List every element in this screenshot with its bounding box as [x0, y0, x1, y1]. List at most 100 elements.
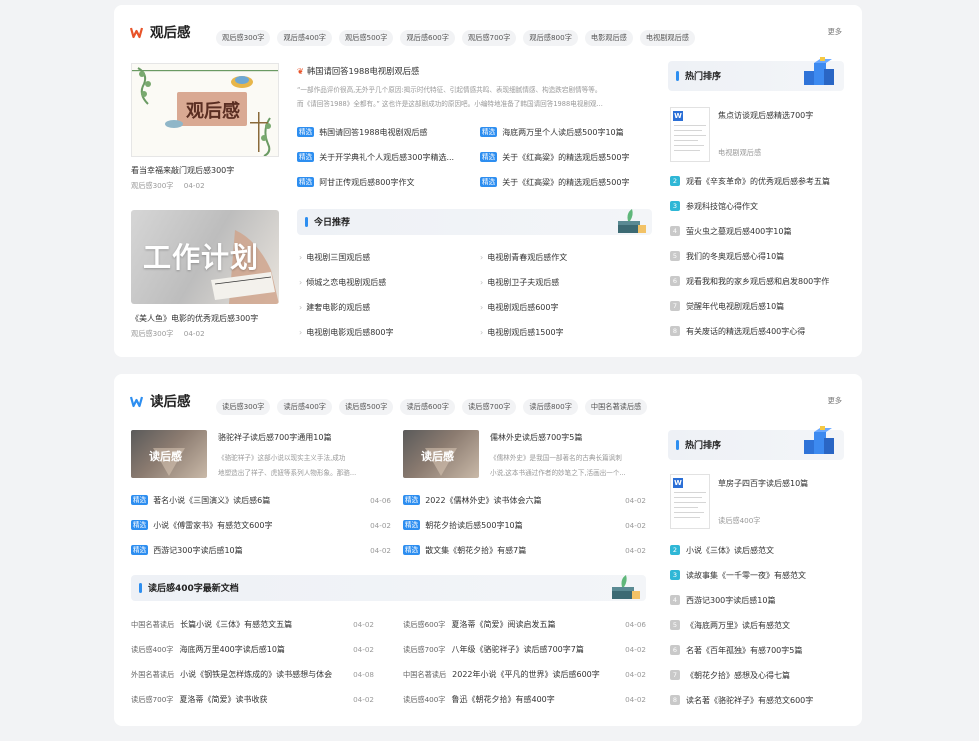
- tag[interactable]: 读后感300字: [216, 399, 271, 415]
- latest-item[interactable]: 读后感700字 八年级《骆驼祥子》读后感700字7篇 04-02: [403, 644, 646, 655]
- latest-item-category[interactable]: 读后感400字: [131, 645, 173, 654]
- document-thumbnail[interactable]: W: [670, 474, 710, 529]
- latest-item-category[interactable]: 读后感400字: [403, 695, 445, 704]
- rank-number: 5: [670, 620, 680, 630]
- article-category[interactable]: 观后感300字: [131, 181, 173, 190]
- featured-badge: 精选: [480, 177, 498, 187]
- article-title[interactable]: 看当幸福来敲门观后感300字: [131, 165, 279, 176]
- latest-item-category[interactable]: 中国名著读后: [403, 670, 446, 679]
- today-item[interactable]: › 电视剧观后感1500字: [480, 327, 564, 338]
- latest-item-category[interactable]: 外国名著读后: [131, 670, 174, 679]
- tag[interactable]: 观后感500字: [338, 30, 394, 46]
- tag[interactable]: 读后感500字: [338, 399, 394, 415]
- latest-item[interactable]: 中国名著读后 2022年小说《平凡的世界》读后感600字 04-02: [403, 669, 646, 680]
- list-item[interactable]: 精选 2022《儒林外史》读书体会六篇 04-02: [403, 495, 646, 506]
- latest-item[interactable]: 读后感600字 夏洛蒂《简爱》阅读启发五篇 04-06: [403, 619, 646, 630]
- list-item[interactable]: 精选 朝花夕拾读后感500字10篇 04-02: [403, 520, 646, 531]
- article-thumbnail[interactable]: 观后感: [131, 63, 279, 157]
- tag[interactable]: 观后感800字: [523, 30, 578, 46]
- tag[interactable]: 观后感700字: [461, 30, 517, 46]
- hot-item[interactable]: 8 有关废话的精选观后感400字心得: [670, 326, 805, 337]
- hot-top-category[interactable]: 电视剧观后感: [718, 148, 761, 158]
- tag[interactable]: 读后感400字: [277, 399, 332, 415]
- tag[interactable]: 观后感300字: [216, 30, 271, 46]
- latest-item[interactable]: 外国名著读后 小说《钢铁是怎样炼成的》读书感想与体会 04-08: [131, 669, 374, 680]
- hot-item[interactable]: 5 我们的冬奥观后感心得10篇: [670, 251, 784, 262]
- list-item-date: 04-02: [625, 496, 646, 505]
- tag[interactable]: 观后感600字: [400, 30, 455, 46]
- hot-item[interactable]: 2 小说《三体》读后感范文: [670, 545, 774, 556]
- list-item[interactable]: 精选 著名小说《三国演义》读后感6篇 04-06: [131, 495, 391, 506]
- today-item[interactable]: › 电视剧卫子夫观后感: [480, 277, 559, 288]
- hot-top-title[interactable]: 草房子四百字读后感10篇: [718, 478, 846, 489]
- rank-number: 3: [670, 201, 680, 211]
- featured-item-title: 关于《红高粱》的精选观后感500字: [502, 178, 630, 187]
- hot-item[interactable]: 6 观看我和我的家乡观后感和启发800字作: [670, 276, 829, 287]
- more-link[interactable]: 更多: [828, 396, 842, 406]
- article-title[interactable]: 《美人鱼》电影的优秀观后感300字: [131, 313, 291, 324]
- article-thumbnail[interactable]: 读后感: [131, 430, 207, 478]
- hot-item[interactable]: 4 西游记300字读后感10篇: [670, 595, 775, 606]
- hot-item[interactable]: 7 《朝花夕拾》感想及心得七篇: [670, 670, 790, 681]
- latest-item[interactable]: 中国名著读后 长篇小说《三体》有感范文五篇 04-02: [131, 619, 374, 630]
- latest-item[interactable]: 读后感400字 海底两万里400字读后感10篇 04-02: [131, 644, 374, 655]
- featured-badge: 精选: [297, 177, 315, 187]
- featured-item[interactable]: 精选 阿甘正传观后感800字作文: [297, 177, 467, 188]
- list-item[interactable]: 精选 西游记300字读后感10篇 04-02: [131, 545, 391, 556]
- featured-item[interactable]: 精选 韩国请回答1988电视剧观后感: [297, 127, 467, 138]
- tag[interactable]: 电影观后感: [584, 30, 633, 46]
- today-item[interactable]: › 建奢电影的观后感: [299, 302, 370, 313]
- hot-item-title: 有关废话的精选观后感400字心得: [686, 327, 806, 336]
- list-item[interactable]: 精选 散文集《朝花夕拾》有感7篇 04-02: [403, 545, 646, 556]
- latest-item-category[interactable]: 中国名著读后: [131, 620, 174, 629]
- latest-item-category[interactable]: 读后感600字: [403, 620, 445, 629]
- hot-item[interactable]: 3 读故事集《一千零一夜》有感范文: [670, 570, 806, 581]
- article-thumbnail[interactable]: 读后感: [403, 430, 479, 478]
- hot-item[interactable]: 4 萤火虫之墓观后感400字10篇: [670, 226, 791, 237]
- tag[interactable]: 读后感700字: [461, 399, 517, 415]
- latest-item-title: 长篇小说《三体》有感范文五篇: [180, 620, 293, 629]
- hot-item[interactable]: 8 读名著《骆驼祥子》有感范文600字: [670, 695, 813, 706]
- latest-item[interactable]: 读后感700字 夏洛蒂《简爱》读书收获 04-02: [131, 694, 374, 705]
- chevron-right-icon: ›: [480, 278, 484, 287]
- latest-item-date: 04-02: [353, 620, 374, 629]
- today-item[interactable]: › 电视剧观后感600字: [480, 302, 558, 313]
- featured-item[interactable]: 精选 海底两万里个人读后感500字10篇: [480, 127, 662, 138]
- hot-top-title[interactable]: 焦点访谈观后感精选700字: [718, 110, 846, 121]
- featured-item[interactable]: 精选 关于开学典礼个人观后感300字精选...: [297, 152, 472, 163]
- tag[interactable]: 观后感400字: [277, 30, 332, 46]
- document-thumbnail[interactable]: W: [670, 107, 710, 162]
- today-item[interactable]: › 电视剧三国观后感: [299, 252, 370, 263]
- list-item[interactable]: 精选 小说《傅雷家书》有感范文600字 04-02: [131, 520, 391, 531]
- tag[interactable]: 读后感800字: [523, 399, 578, 415]
- hot-item[interactable]: 6 名著《百年孤独》有感700字5篇: [670, 645, 802, 656]
- featured-badge: 精选: [403, 495, 421, 505]
- more-link[interactable]: 更多: [828, 27, 842, 37]
- hot-item[interactable]: 2 观看《辛亥革命》的优秀观后感参考五篇: [670, 176, 830, 187]
- article-category[interactable]: 观后感300字: [131, 329, 173, 338]
- latest-item[interactable]: 读后感400字 鲁迅《朝花夕拾》有感400字 04-02: [403, 694, 646, 705]
- hot-item[interactable]: 3 参观科技馆心得作文: [670, 201, 758, 212]
- latest-item-title: 夏洛蒂《简爱》读书收获: [179, 695, 268, 704]
- hot-top-category[interactable]: 读后感400字: [718, 516, 760, 526]
- hot-item-title: 参观科技馆心得作文: [686, 202, 758, 211]
- article-title[interactable]: 骆驼祥子读后感700字通用10篇: [218, 432, 378, 443]
- tag[interactable]: 中国名著读后感: [584, 399, 648, 415]
- tag[interactable]: 电视剧观后感: [639, 30, 695, 46]
- featured-item[interactable]: 精选 关于《红高粱》的精选观后感500字: [480, 152, 662, 163]
- article-title[interactable]: 儒林外史读后感700字5篇: [490, 432, 650, 443]
- latest-item-category[interactable]: 读后感700字: [131, 695, 173, 704]
- today-item[interactable]: › 电视剧电影观后感800字: [299, 327, 393, 338]
- today-item[interactable]: › 倾城之恋电视剧观后感: [299, 277, 386, 288]
- hot-item[interactable]: 5 《海底两万里》读后有感范文: [670, 620, 790, 631]
- today-item[interactable]: › 电视剧青春观后感作文: [480, 252, 567, 263]
- feature-title: 韩国请回答1988电视剧观后感: [306, 66, 420, 76]
- chevron-right-icon: ›: [299, 328, 303, 337]
- featured-item[interactable]: 精选 关于《红高粱》的精选观后感500字: [480, 177, 662, 188]
- latest-item-category[interactable]: 读后感700字: [403, 645, 445, 654]
- article-thumbnail[interactable]: 工作计划: [131, 210, 279, 304]
- hot-item-title: 《海底两万里》读后有感范文: [686, 621, 790, 630]
- hot-item[interactable]: 7 觉醒年代电视剧观后感10篇: [670, 301, 784, 312]
- tag[interactable]: 读后感600字: [400, 399, 455, 415]
- feature-article[interactable]: ❦ 韩国请回答1988电视剧观后感 “一部作品评价很高,无外乎几个原因:揭示时代特…: [297, 65, 662, 108]
